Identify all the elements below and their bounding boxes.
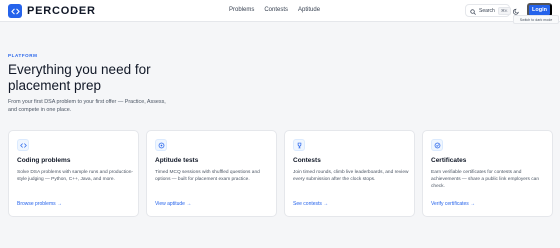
search-icon [470,2,476,20]
nav-link-contests[interactable]: Contests [264,6,288,15]
search-shortcut: ⌘K [497,6,511,15]
card-title: Certificates [431,157,467,164]
hero-title: Everything you need for placement prep [8,62,151,93]
feature-card-aptitude: Aptitude tests Timed MCQ sessions with s… [146,130,277,217]
top-navbar: PERCODER Problems Contests Aptitude Sear… [0,0,560,22]
card-description: Solve DSA problems with sample runs and … [17,170,133,182]
trophy-icon [293,139,305,151]
brand-name: PERCODER [27,5,96,17]
target-icon [155,139,167,151]
nav-link-problems[interactable]: Problems [229,6,254,15]
search-label: Search [479,7,495,14]
see-contests-link[interactable]: See contests → [293,201,328,207]
card-title: Coding problems [17,157,71,164]
verify-certificates-link[interactable]: Verify certificates → [431,201,475,207]
code-icon [17,139,29,151]
hero-subtitle: From your first DSA problem to your firs… [8,99,166,113]
card-description: Earn verifiable certificates for contest… [431,170,539,189]
feature-card-certificates: Certificates Earn verifiable certificate… [422,130,553,217]
badge-check-icon [431,139,443,151]
main-nav: Problems Contests Aptitude [229,6,330,15]
card-description: Timed MCQ sessions with shuffled questio… [155,170,260,182]
feature-card-coding: Coding problems Solve DSA problems with … [8,130,139,217]
feature-card-contests: Contests Join timed rounds, climb live l… [284,130,415,217]
card-description: Join timed rounds, climb live leaderboar… [293,170,409,182]
card-title: Aptitude tests [155,157,199,164]
search-button[interactable]: Search ⌘K [465,2,511,20]
view-aptitude-link[interactable]: View aptitude → [155,201,191,207]
card-title: Contests [293,157,321,164]
browse-problems-link[interactable]: Browse problems → [17,201,62,207]
code-logo-icon [8,4,22,18]
hero-eyebrow: PLATFORM [8,53,38,58]
logo[interactable]: PERCODER [8,4,96,18]
nav-link-aptitude[interactable]: Aptitude [298,6,320,15]
theme-tooltip: Switch to dark mode [513,15,559,24]
